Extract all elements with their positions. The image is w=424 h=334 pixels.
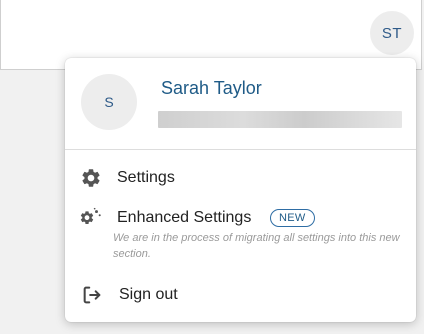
new-badge: NEW (270, 209, 315, 227)
user-avatar-button[interactable]: ST (370, 11, 414, 55)
user-email-redacted (158, 111, 402, 128)
enhanced-settings-label: Enhanced Settings (117, 209, 252, 226)
sign-out-icon (81, 284, 103, 306)
menu-avatar: S (81, 74, 137, 130)
user-name: Sarah Taylor (161, 78, 262, 98)
enhanced-settings-description: We are in the process of migrating all s… (113, 232, 400, 260)
user-menu-dropdown: S Sarah Taylor Settings Enhanced Setting… (65, 58, 416, 322)
gear-sparkle-icon (80, 207, 102, 229)
settings-label: Settings (117, 169, 175, 186)
menu-item-sign-out[interactable]: Sign out (65, 282, 416, 312)
menu-item-settings[interactable]: Settings (65, 164, 416, 194)
menu-item-enhanced-settings[interactable]: Enhanced Settings NEW We are in the proc… (65, 204, 416, 266)
gear-icon (80, 167, 102, 189)
menu-divider (65, 149, 416, 150)
sign-out-label: Sign out (119, 286, 178, 303)
